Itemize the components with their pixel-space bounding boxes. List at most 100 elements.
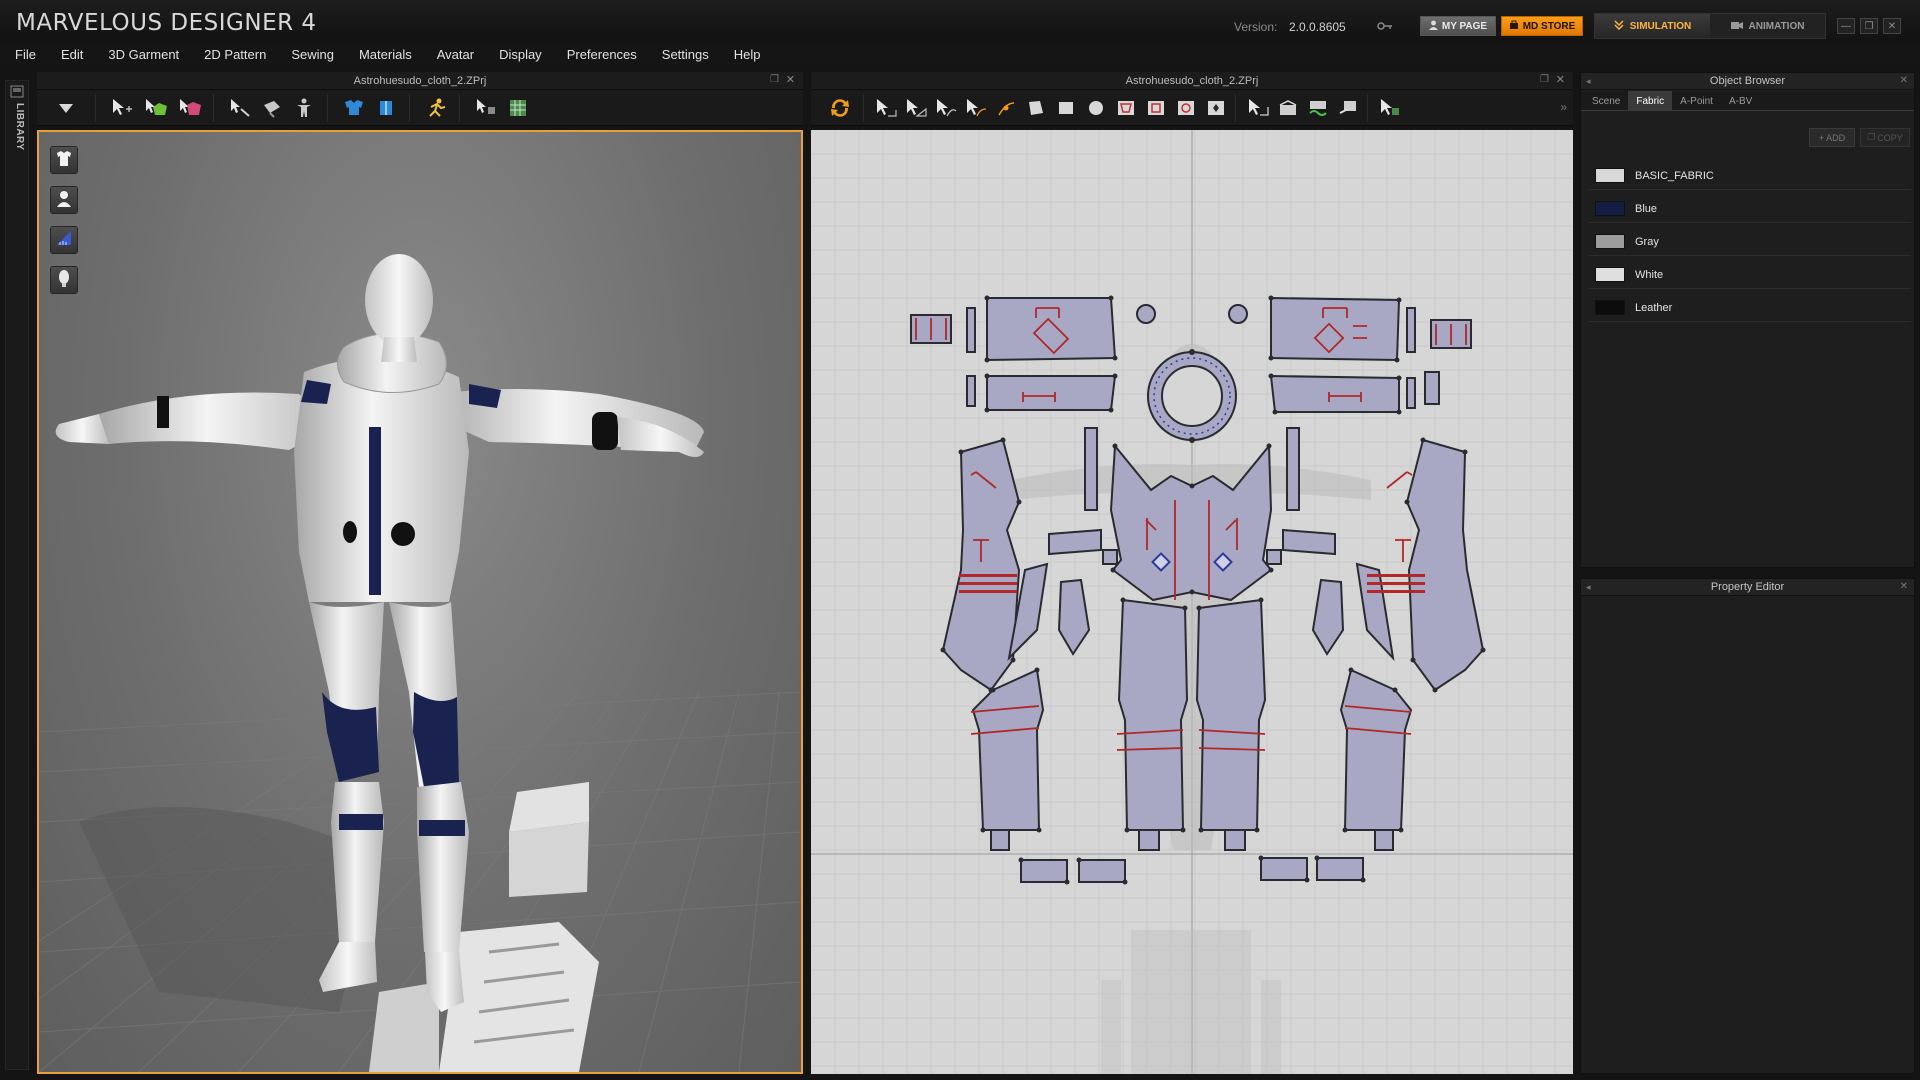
check-sewing-icon[interactable] [1335,95,1361,121]
rectangle-icon[interactable] [1053,95,1079,121]
menu-materials[interactable]: Materials [359,47,412,62]
tab-fabric[interactable]: Fabric [1628,91,1673,111]
close-button[interactable]: ✕ [1883,18,1901,34]
panel-pin-icon[interactable]: ◂ [1586,76,1591,87]
pattern-piece-left-gusset [1084,427,1098,511]
pattern-piece-right-mini-panel [1355,562,1395,662]
select-move-icon[interactable] [109,95,135,121]
copy-fabric-button[interactable]: ❐ COPY [1860,128,1910,147]
fabric-list-item[interactable]: Gray [1589,228,1911,256]
simulation-mode-tab[interactable]: SIMULATION [1595,14,1710,38]
avatar-bust-icon [54,188,74,213]
object-browser-title: Object Browser [1709,75,1786,87]
show-pattern-toggle[interactable] [50,226,78,254]
menu-settings[interactable]: Settings [662,47,709,62]
menu-file[interactable]: File [15,47,36,62]
internal-circle-icon[interactable] [1173,95,1199,121]
right-ankle-band [419,820,465,836]
panel-3d-float-icon[interactable]: ❐ [770,74,779,85]
add-point-icon[interactable] [993,95,1019,121]
menu-preferences[interactable]: Preferences [567,47,637,62]
viewport-2d[interactable] [811,130,1573,1074]
library-panel-tab[interactable]: LIBRARY [5,80,29,1070]
pattern-piece-right-small-tab [1424,371,1440,405]
edit-pattern-icon[interactable] [903,95,929,121]
fabric-list-item[interactable]: BASIC_FABRIC [1589,162,1911,190]
tab-a-point[interactable]: A-Point [1672,91,1721,111]
transform-pattern-icon[interactable] [873,95,899,121]
maximize-button[interactable]: ❐ [1860,18,1878,34]
polygon-icon[interactable] [1023,95,1049,121]
toolbar-3d [37,90,803,126]
dart-icon[interactable] [1203,95,1229,121]
simulate-run-icon[interactable] [423,95,449,121]
sync-icon[interactable] [827,95,853,121]
circle-icon[interactable] [1083,95,1109,121]
chest-button-left [343,521,357,543]
free-sewing-icon[interactable] [1305,95,1331,121]
fabric-list-item[interactable]: White [1589,261,1911,289]
toolbar-separator [95,94,96,122]
tab-a-bv[interactable]: A-BV [1721,91,1760,111]
internal-polygon-icon[interactable] [1113,95,1139,121]
menu-sewing[interactable]: Sewing [291,47,334,62]
edit-sewing-icon[interactable] [1245,95,1271,121]
panel-pin-icon[interactable]: ◂ [1586,582,1591,593]
panel-3d-title: Astrohuesudo_cloth_2.ZPrj ❐ ✕ [37,72,803,90]
animation-mode-tab[interactable]: ANIMATION [1710,14,1825,38]
md-store-button[interactable]: MD STORE [1501,16,1583,36]
show-garment-toggle[interactable] [50,146,78,174]
minimize-button[interactable]: — [1837,18,1855,34]
tack-icon[interactable] [227,95,253,121]
show-avatar-toggle[interactable] [50,186,78,214]
panel-3d-close-icon[interactable]: ✕ [786,73,795,86]
left-ankle-band [339,814,383,830]
show-face-toggle[interactable] [50,266,78,294]
add-fabric-button[interactable]: + ADD [1809,128,1855,147]
panel-2d-float-icon[interactable]: ❐ [1540,74,1549,85]
menu-display[interactable]: Display [499,47,542,62]
copy-fabric-label: COPY [1877,132,1903,143]
cart-icon [1509,20,1519,33]
fabric-list-item[interactable]: Leather [1589,294,1911,322]
panel-2d-close-icon[interactable]: ✕ [1556,73,1565,86]
title-bar: MARVELOUS DESIGNER 4 Version: 2.0.0.8605… [0,0,1920,42]
transform-garment-icon[interactable] [177,95,203,121]
edit-texture-2d-icon[interactable] [1377,95,1403,121]
license-key-icon[interactable] [1375,18,1395,34]
pattern-piece-left-side-panel [941,438,1021,692]
pattern-piece-right-strip [1406,307,1416,353]
texture-grid-icon[interactable] [505,95,531,121]
segment-sewing-icon[interactable] [1275,95,1301,121]
pattern-piece-left-boot-band-a [1020,859,1068,883]
toolbar-separator [213,94,214,122]
menu-edit[interactable]: Edit [61,47,83,62]
object-browser-close-icon[interactable]: ✕ [1900,75,1908,86]
tab-scene[interactable]: Scene [1584,91,1628,111]
viewport-3d[interactable] [37,130,803,1074]
fabric-list-item[interactable]: Blue [1589,195,1911,223]
fold-icon[interactable] [259,95,285,121]
select-mesh-icon[interactable] [143,95,169,121]
pattern-piece-left-connector [1048,528,1102,556]
menu-avatar[interactable]: Avatar [437,47,474,62]
internal-rectangle-icon[interactable] [1143,95,1169,121]
menu-2d-pattern[interactable]: 2D Pattern [204,47,266,62]
fabric-swatch [1595,201,1625,216]
edit-curvature-icon[interactable] [933,95,959,121]
avatar-pose-icon[interactable] [291,95,317,121]
menu-3d-garment[interactable]: 3D Garment [108,47,179,62]
simulation-icon [1614,19,1624,33]
toolbar-overflow-icon[interactable]: » [1560,100,1567,114]
fitting-suit-icon[interactable] [341,95,367,121]
dropdown-arrow-icon[interactable] [53,95,79,121]
minimize-icon: — [1841,20,1851,32]
menu-help[interactable]: Help [734,47,761,62]
garment-shape-icon[interactable] [373,95,399,121]
edit-curve-point-icon[interactable] [963,95,989,121]
select-texture-icon[interactable] [473,95,499,121]
version-value: 2.0.0.8605 [1289,20,1346,34]
property-editor-close-icon[interactable]: ✕ [1900,581,1908,592]
copy-icon: ❐ [1867,132,1876,142]
my-page-button[interactable]: MY PAGE [1420,16,1496,36]
